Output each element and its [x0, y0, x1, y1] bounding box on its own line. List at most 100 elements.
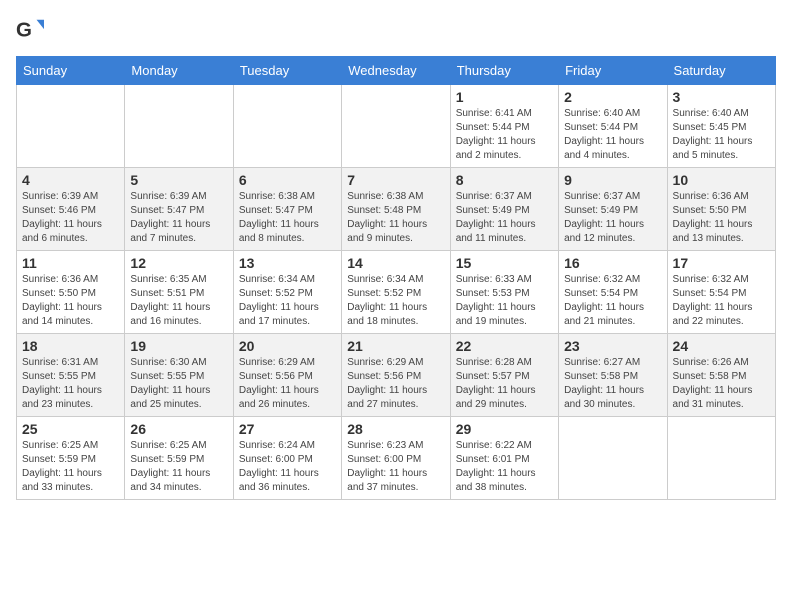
day-number: 5	[130, 172, 227, 188]
calendar-cell: 6 Sunrise: 6:38 AM Sunset: 5:47 PM Daylig…	[233, 168, 341, 251]
day-number: 16	[564, 255, 661, 271]
calendar-cell	[667, 417, 775, 500]
day-number: 18	[22, 338, 119, 354]
day-number: 7	[347, 172, 444, 188]
calendar-cell: 16Sunrise: 6:32 AM Sunset: 5:54 PM Dayli…	[559, 251, 667, 334]
day-info: Sunrise: 6:38 AM Sunset: 5:47 PM Dayligh…	[239, 190, 336, 246]
calendar-cell	[125, 85, 233, 168]
calendar-cell: 14 Sunrise: 6:34 AM Sunset: 5:52 PM Dayli…	[342, 251, 450, 334]
calendar-cell	[559, 417, 667, 500]
calendar-cell: 3 Sunrise: 6:40 AM Sunset: 5:45 PM Daylig…	[667, 85, 775, 168]
day-info: Sunrise: 6:37 AM Sunset: 5:49 PM Dayligh…	[564, 190, 661, 246]
calendar-cell	[342, 85, 450, 168]
weekday-header-friday: Friday	[559, 57, 667, 85]
calendar-cell: 26 Sunrise: 6:25 AM Sunset: 5:59 PM Dayli…	[125, 417, 233, 500]
calendar-cell: 28 Sunrise: 6:23 AM Sunset: 6:00 PM Dayli…	[342, 417, 450, 500]
day-number: 26	[130, 421, 227, 437]
calendar-cell: 10Sunrise: 6:36 AM Sunset: 5:50 PM Dayli…	[667, 168, 775, 251]
calendar-cell: 7 Sunrise: 6:38 AM Sunset: 5:48 PM Daylig…	[342, 168, 450, 251]
day-info: Sunrise: 6:41 AM Sunset: 5:44 PM Dayligh…	[456, 107, 553, 163]
day-number: 9	[564, 172, 661, 188]
day-info: Sunrise: 6:26 AM Sunset: 5:58 PM Dayligh…	[673, 356, 770, 412]
calendar-cell: 13 Sunrise: 6:34 AM Sunset: 5:52 PM Dayli…	[233, 251, 341, 334]
day-number: 15	[456, 255, 553, 271]
day-info: Sunrise: 6:34 AM Sunset: 5:52 PM Dayligh…	[239, 273, 336, 329]
day-info: Sunrise: 6:22 AM Sunset: 6:01 PM Dayligh…	[456, 439, 553, 495]
week-row-5: 25 Sunrise: 6:25 AM Sunset: 5:59 PM Dayli…	[17, 417, 776, 500]
calendar-cell: 12 Sunrise: 6:35 AM Sunset: 5:51 PM Dayli…	[125, 251, 233, 334]
calendar-cell	[233, 85, 341, 168]
day-number: 10	[673, 172, 770, 188]
calendar-cell	[17, 85, 125, 168]
day-info: Sunrise: 6:25 AM Sunset: 5:59 PM Dayligh…	[22, 439, 119, 495]
calendar-cell: 29 Sunrise: 6:22 AM Sunset: 6:01 PM Dayli…	[450, 417, 558, 500]
calendar-cell: 15 Sunrise: 6:33 AM Sunset: 5:53 PM Dayli…	[450, 251, 558, 334]
day-number: 22	[456, 338, 553, 354]
day-info: Sunrise: 6:29 AM Sunset: 5:56 PM Dayligh…	[347, 356, 444, 412]
day-info: Sunrise: 6:24 AM Sunset: 6:00 PM Dayligh…	[239, 439, 336, 495]
day-number: 2	[564, 89, 661, 105]
day-info: Sunrise: 6:35 AM Sunset: 5:51 PM Dayligh…	[130, 273, 227, 329]
calendar-cell: 11 Sunrise: 6:36 AM Sunset: 5:50 PM Dayli…	[17, 251, 125, 334]
day-number: 8	[456, 172, 553, 188]
calendar-cell: 9 Sunrise: 6:37 AM Sunset: 5:49 PM Daylig…	[559, 168, 667, 251]
day-info: Sunrise: 6:38 AM Sunset: 5:48 PM Dayligh…	[347, 190, 444, 246]
day-number: 23	[564, 338, 661, 354]
day-number: 29	[456, 421, 553, 437]
day-info: Sunrise: 6:37 AM Sunset: 5:49 PM Dayligh…	[456, 190, 553, 246]
calendar-cell: 20 Sunrise: 6:29 AM Sunset: 5:56 PM Dayli…	[233, 334, 341, 417]
calendar-table: SundayMondayTuesdayWednesdayThursdayFrid…	[16, 56, 776, 500]
day-info: Sunrise: 6:39 AM Sunset: 5:46 PM Dayligh…	[22, 190, 119, 246]
header: G	[16, 16, 776, 44]
calendar-cell: 21 Sunrise: 6:29 AM Sunset: 5:56 PM Dayli…	[342, 334, 450, 417]
calendar-cell: 18 Sunrise: 6:31 AM Sunset: 5:55 PM Dayli…	[17, 334, 125, 417]
calendar-cell: 25 Sunrise: 6:25 AM Sunset: 5:59 PM Dayli…	[17, 417, 125, 500]
day-number: 21	[347, 338, 444, 354]
day-number: 19	[130, 338, 227, 354]
calendar-cell: 17 Sunrise: 6:32 AM Sunset: 5:54 PM Dayli…	[667, 251, 775, 334]
day-info: Sunrise: 6:33 AM Sunset: 5:53 PM Dayligh…	[456, 273, 553, 329]
day-number: 20	[239, 338, 336, 354]
calendar-cell: 27 Sunrise: 6:24 AM Sunset: 6:00 PM Dayli…	[233, 417, 341, 500]
calendar-cell: 22Sunrise: 6:28 AM Sunset: 5:57 PM Dayli…	[450, 334, 558, 417]
calendar-cell: 8 Sunrise: 6:37 AM Sunset: 5:49 PM Daylig…	[450, 168, 558, 251]
day-number: 6	[239, 172, 336, 188]
day-number: 25	[22, 421, 119, 437]
day-number: 28	[347, 421, 444, 437]
logo: G	[16, 16, 48, 44]
day-info: Sunrise: 6:40 AM Sunset: 5:44 PM Dayligh…	[564, 107, 661, 163]
weekday-header-row: SundayMondayTuesdayWednesdayThursdayFrid…	[17, 57, 776, 85]
day-number: 3	[673, 89, 770, 105]
day-number: 11	[22, 255, 119, 271]
day-number: 4	[22, 172, 119, 188]
week-row-2: 4 Sunrise: 6:39 AM Sunset: 5:46 PM Daylig…	[17, 168, 776, 251]
calendar-cell: 5Sunrise: 6:39 AM Sunset: 5:47 PM Daylig…	[125, 168, 233, 251]
calendar-cell: 1 Sunrise: 6:41 AM Sunset: 5:44 PM Daylig…	[450, 85, 558, 168]
day-info: Sunrise: 6:29 AM Sunset: 5:56 PM Dayligh…	[239, 356, 336, 412]
week-row-1: 1 Sunrise: 6:41 AM Sunset: 5:44 PM Daylig…	[17, 85, 776, 168]
calendar-cell: 2 Sunrise: 6:40 AM Sunset: 5:44 PM Daylig…	[559, 85, 667, 168]
day-info: Sunrise: 6:25 AM Sunset: 5:59 PM Dayligh…	[130, 439, 227, 495]
day-number: 24	[673, 338, 770, 354]
day-number: 14	[347, 255, 444, 271]
svg-text:G: G	[16, 19, 32, 42]
day-info: Sunrise: 6:32 AM Sunset: 5:54 PM Dayligh…	[673, 273, 770, 329]
weekday-header-wednesday: Wednesday	[342, 57, 450, 85]
day-number: 12	[130, 255, 227, 271]
day-info: Sunrise: 6:31 AM Sunset: 5:55 PM Dayligh…	[22, 356, 119, 412]
day-info: Sunrise: 6:34 AM Sunset: 5:52 PM Dayligh…	[347, 273, 444, 329]
day-number: 27	[239, 421, 336, 437]
week-row-4: 18 Sunrise: 6:31 AM Sunset: 5:55 PM Dayli…	[17, 334, 776, 417]
day-number: 1	[456, 89, 553, 105]
calendar-cell: 19 Sunrise: 6:30 AM Sunset: 5:55 PM Dayli…	[125, 334, 233, 417]
day-info: Sunrise: 6:36 AM Sunset: 5:50 PM Dayligh…	[22, 273, 119, 329]
weekday-header-monday: Monday	[125, 57, 233, 85]
day-number: 17	[673, 255, 770, 271]
day-info: Sunrise: 6:30 AM Sunset: 5:55 PM Dayligh…	[130, 356, 227, 412]
calendar-cell: 24 Sunrise: 6:26 AM Sunset: 5:58 PM Dayli…	[667, 334, 775, 417]
day-info: Sunrise: 6:40 AM Sunset: 5:45 PM Dayligh…	[673, 107, 770, 163]
day-number: 13	[239, 255, 336, 271]
weekday-header-sunday: Sunday	[17, 57, 125, 85]
day-info: Sunrise: 6:23 AM Sunset: 6:00 PM Dayligh…	[347, 439, 444, 495]
calendar-cell: 23Sunrise: 6:27 AM Sunset: 5:58 PM Dayli…	[559, 334, 667, 417]
